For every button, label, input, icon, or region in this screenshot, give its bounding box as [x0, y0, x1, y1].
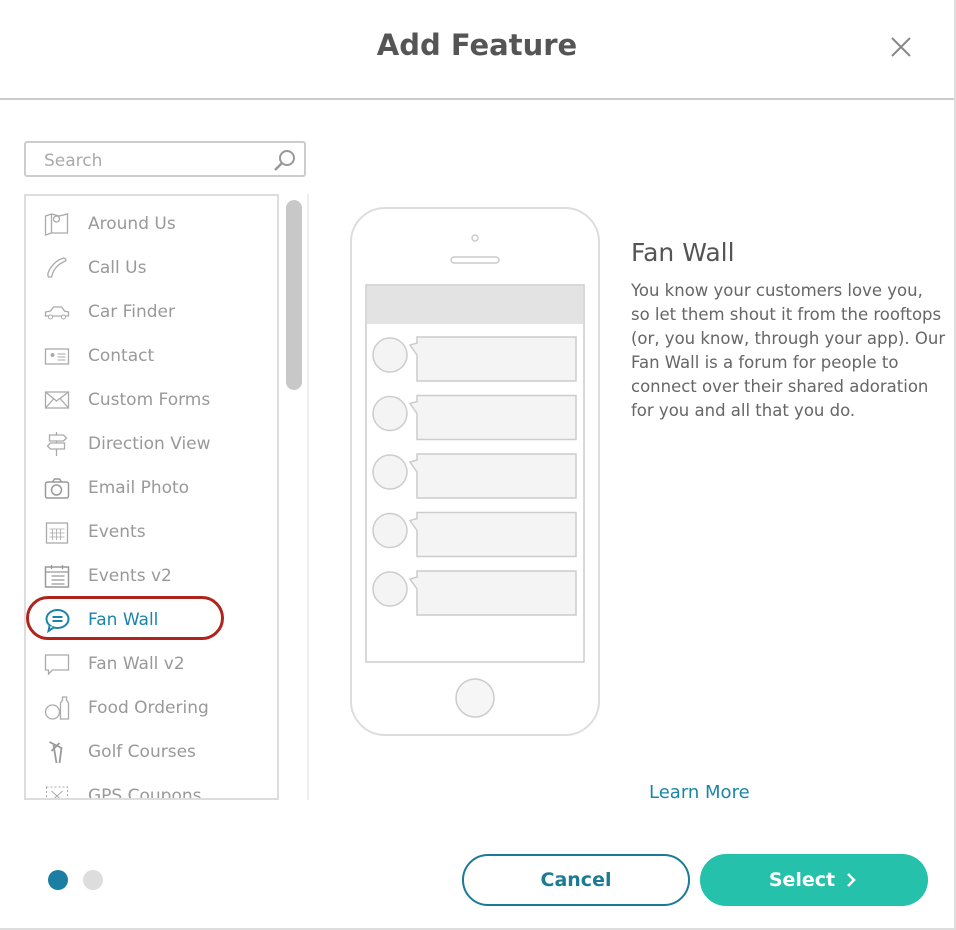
close-icon[interactable] [886, 32, 916, 62]
phone-preview [350, 207, 600, 736]
chevron-right-icon [847, 873, 856, 887]
signpost-icon [46, 432, 68, 456]
envelope-icon [44, 391, 70, 409]
feature-label: Car Finder [88, 302, 175, 322]
coupon-icon [46, 786, 68, 798]
page-dot-1[interactable] [48, 870, 68, 890]
feature-label: Golf Courses [88, 742, 196, 762]
search-box [24, 141, 306, 177]
cancel-button[interactable]: Cancel [462, 854, 690, 906]
food-icon [44, 696, 70, 720]
feature-item[interactable]: Car Finder [26, 290, 277, 334]
feature-item[interactable]: Events [26, 510, 277, 554]
feature-label: GPS Coupons [88, 786, 202, 800]
camera-icon [44, 478, 70, 499]
select-label: Select [768, 869, 836, 891]
learn-more-link[interactable]: Learn More [649, 782, 750, 803]
feature-label: Contact [88, 346, 155, 366]
feature-item[interactable]: Fan Wall [26, 598, 277, 642]
calendar-list-icon [44, 565, 70, 588]
feature-item[interactable]: Email Photo [26, 466, 277, 510]
feature-label: Fan Wall [88, 610, 159, 630]
map-pin-icon [44, 213, 69, 236]
feature-label: Events [88, 522, 146, 542]
feature-list[interactable]: Around Us Call Us Car Finder Contact Custom … [24, 194, 279, 800]
feature-item[interactable]: GPS Coupons [26, 774, 277, 800]
feature-item[interactable]: Call Us [26, 246, 277, 290]
feature-label: Events v2 [88, 566, 172, 586]
feature-item[interactable]: Around Us [26, 202, 277, 246]
contact-card-icon [44, 348, 70, 365]
feature-label: Call Us [88, 258, 147, 278]
calendar-icon [45, 522, 69, 544]
page-dot-2[interactable] [83, 870, 103, 890]
car-icon [44, 306, 70, 320]
feature-item[interactable]: Custom Forms [26, 378, 277, 422]
search-input[interactable] [42, 150, 266, 172]
scrollbar-thumb[interactable] [286, 200, 302, 390]
feature-label: Around Us [88, 214, 176, 234]
feature-label: Direction View [88, 434, 211, 454]
feature-label: Food Ordering [88, 698, 209, 718]
feature-title: Fan Wall [631, 238, 735, 267]
feature-item[interactable]: Contact [26, 334, 277, 378]
feature-item[interactable]: Events v2 [26, 554, 277, 598]
feature-label: Fan Wall v2 [88, 654, 185, 674]
dialog-header: Add Feature [0, 0, 954, 100]
feature-description: You know your customers love you, so let… [631, 281, 946, 420]
feature-item[interactable]: Golf Courses [26, 730, 277, 774]
speech-bubble-icon [44, 654, 70, 676]
golf-icon [49, 741, 63, 764]
phone-icon [47, 257, 67, 278]
dialog-title: Add Feature [376, 28, 578, 62]
feature-item[interactable]: Direction View [26, 422, 277, 466]
search-icon[interactable] [272, 148, 298, 174]
feature-label: Email Photo [88, 478, 190, 498]
feature-item[interactable]: Food Ordering [26, 686, 277, 730]
cancel-label: Cancel [540, 869, 612, 891]
feature-item[interactable]: Fan Wall v2 [26, 642, 277, 686]
select-button[interactable]: Select [700, 854, 928, 906]
chat-bubble-icon [45, 609, 70, 633]
feature-label: Custom Forms [88, 390, 211, 410]
